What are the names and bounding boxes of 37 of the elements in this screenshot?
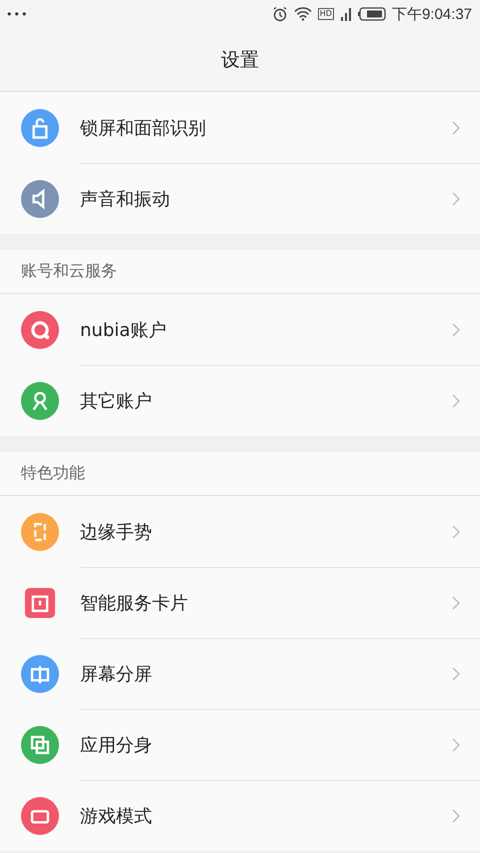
signal-icon [340, 7, 352, 21]
chevron-right-icon [452, 524, 460, 538]
hd-badge: HD [318, 8, 334, 20]
chevron-right-icon [452, 322, 460, 336]
row-label: 屏幕分屏 [80, 662, 153, 686]
alarm-clock-icon [272, 6, 288, 22]
row-label: 其它账户 [80, 390, 153, 412]
wifi-icon [294, 7, 312, 21]
row-label: 智能服务卡片 [80, 592, 189, 614]
section-header: 账号和云服务 [0, 250, 480, 294]
row-label: 边缘手势 [80, 520, 153, 544]
settings-row[interactable]: 锁屏和面部识别 [0, 92, 480, 163]
row-label: 声音和振动 [80, 188, 171, 210]
settings-row[interactable]: nubia账户 [0, 294, 480, 365]
menu-dots: ••• [6, 8, 30, 20]
settings-row[interactable]: 其它账户 [0, 365, 480, 436]
chevron-right-icon [452, 666, 460, 680]
settings-row[interactable]: 应用分身 [0, 709, 480, 780]
row-label: 应用分身 [80, 734, 153, 756]
settings-row[interactable]: 边缘手势 [0, 496, 480, 567]
settings-row[interactable]: 屏幕分屏 [0, 638, 480, 709]
battery-icon [358, 7, 386, 21]
row-label: nubia账户 [80, 318, 168, 342]
chevron-right-icon [452, 120, 460, 134]
clock-time: 下午9:04:37 [392, 4, 472, 24]
row-label: 锁屏和面部识别 [80, 116, 207, 140]
row-label: 游戏模式 [80, 804, 153, 828]
settings-row[interactable]: 智能服务卡片 [0, 567, 480, 638]
page-title: 设置 [221, 48, 259, 72]
settings-row[interactable]: 声音和振动 [0, 163, 480, 234]
chevron-right-icon [452, 394, 460, 408]
chevron-right-icon [452, 738, 460, 752]
chevron-right-icon [452, 808, 460, 822]
section-header: 特色功能 [0, 452, 480, 496]
settings-row[interactable]: 游戏模式 [0, 780, 480, 851]
chevron-right-icon [452, 596, 460, 610]
chevron-right-icon [452, 192, 460, 206]
